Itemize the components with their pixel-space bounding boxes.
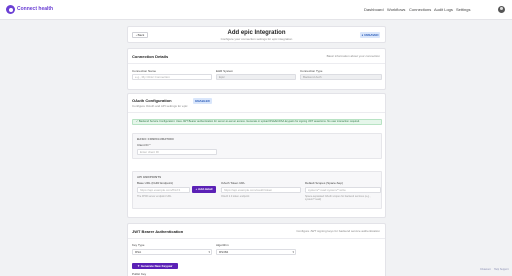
unsaved-label: UNSAVED bbox=[364, 33, 379, 37]
nav-settings[interactable]: Settings bbox=[456, 7, 470, 12]
token-url-label: OAuth Token URL bbox=[221, 181, 246, 185]
algorithm-value: RS384 bbox=[219, 250, 229, 254]
connection-type-label: Connection Type bbox=[300, 69, 323, 73]
page-header: ‹ Back Add epic Integration Configure yo… bbox=[127, 26, 386, 43]
oauth-title: OAuth Configuration bbox=[132, 98, 172, 103]
scopes-label: Default Scopes (Space-Sep) bbox=[305, 181, 344, 185]
api-endpoints-title: API ENDPOINTS bbox=[137, 175, 162, 179]
nav-connections[interactable]: Connections bbox=[409, 7, 431, 12]
chevron-down-icon: ▾ bbox=[292, 250, 294, 254]
ehr-system-label: EHR System bbox=[216, 69, 234, 73]
add-detail-button[interactable]: + Add detail bbox=[192, 186, 216, 193]
page-title: Add epic Integration bbox=[227, 30, 286, 36]
unsaved-badge: ● UNSAVED bbox=[360, 32, 380, 38]
key-type-value: RSA bbox=[135, 250, 142, 254]
backend-service-alert: ✓ Backend Service Configuration: Uses JW… bbox=[132, 119, 382, 125]
token-url-input[interactable]: https://api.example.com/oauth/token bbox=[221, 187, 301, 193]
connection-description: Basic information about your connection bbox=[326, 54, 380, 58]
public-key-label: Public Key bbox=[132, 272, 147, 276]
page-subtitle: Configure your connection settings for e… bbox=[220, 37, 293, 41]
jwt-description: Configure JWT signing keys for backend s… bbox=[296, 229, 380, 233]
brand-logo-icon[interactable] bbox=[6, 5, 15, 14]
oauth-config-card: OAuth Configuration Configure OAuth and … bbox=[127, 93, 386, 218]
token-url-hint: OAuth 2.0 token endpoint bbox=[221, 195, 250, 198]
oauth-subtitle: Configure OAuth and API settings for epi… bbox=[132, 104, 188, 108]
basic-config-box: BASIC CONFIGURATION Client ID * Enter cl… bbox=[132, 133, 382, 159]
chatwoot-link[interactable]: Chatwoot bbox=[480, 268, 491, 271]
connection-title: Connection Details bbox=[132, 54, 169, 59]
top-nav: Connect health Dashboard Workflows Conne… bbox=[0, 0, 512, 20]
key-type-label: Key Type bbox=[132, 243, 145, 247]
nav-dashboard[interactable]: Dashboard bbox=[364, 7, 384, 12]
chevron-down-icon: ▾ bbox=[208, 250, 210, 254]
nav-audit-logs[interactable]: Audit Logs bbox=[434, 7, 453, 12]
brand-name[interactable]: Connect health bbox=[17, 6, 53, 12]
connection-type-field: Backend Auth bbox=[300, 74, 382, 80]
scopes-input[interactable]: system/*.read system/*.write bbox=[305, 187, 381, 193]
algorithm-label: Algorithm bbox=[216, 243, 229, 247]
connection-name-input[interactable]: e.g., My Clinic Connection bbox=[132, 74, 212, 80]
key-type-select[interactable]: RSA ▾ bbox=[132, 249, 212, 255]
nav-workflows[interactable]: Workflows bbox=[387, 7, 405, 12]
base-url-label: Base URL (FHIR Endpoint) bbox=[137, 181, 174, 185]
help-support-link[interactable]: Help Support bbox=[494, 268, 509, 271]
jwt-title: JWT Bearer Authentication bbox=[132, 229, 184, 234]
connection-details-card: Connection Details Basic information abo… bbox=[127, 48, 386, 90]
oauth-enabled-toggle[interactable]: ENABLED bbox=[193, 98, 212, 104]
client-id-label: Client ID * bbox=[137, 143, 151, 147]
divider bbox=[128, 112, 385, 113]
user-avatar-icon[interactable] bbox=[498, 6, 505, 13]
divider bbox=[128, 63, 385, 64]
connection-name-label: Connection Name bbox=[132, 69, 157, 73]
divider bbox=[128, 238, 385, 239]
api-endpoints-box: API ENDPOINTS Base URL (FHIR Endpoint) h… bbox=[132, 171, 382, 209]
ehr-system-field: Epic bbox=[216, 74, 296, 80]
client-id-input[interactable]: Enter client ID bbox=[137, 149, 217, 155]
base-url-hint: The FHIR server endpoint URL bbox=[137, 195, 172, 198]
algorithm-select[interactable]: RS384 ▾ bbox=[216, 249, 296, 255]
generate-keypair-button[interactable]: ✦ Generate New Keypair bbox=[132, 263, 178, 269]
jwt-auth-card: JWT Bearer Authentication Configure JWT … bbox=[127, 223, 386, 276]
scopes-hint: Space-separated OAuth scopes for backend… bbox=[305, 195, 371, 201]
base-url-input[interactable]: https://api.example.com/fhir/r4 bbox=[137, 187, 190, 193]
basic-config-title: BASIC CONFIGURATION bbox=[137, 137, 174, 141]
